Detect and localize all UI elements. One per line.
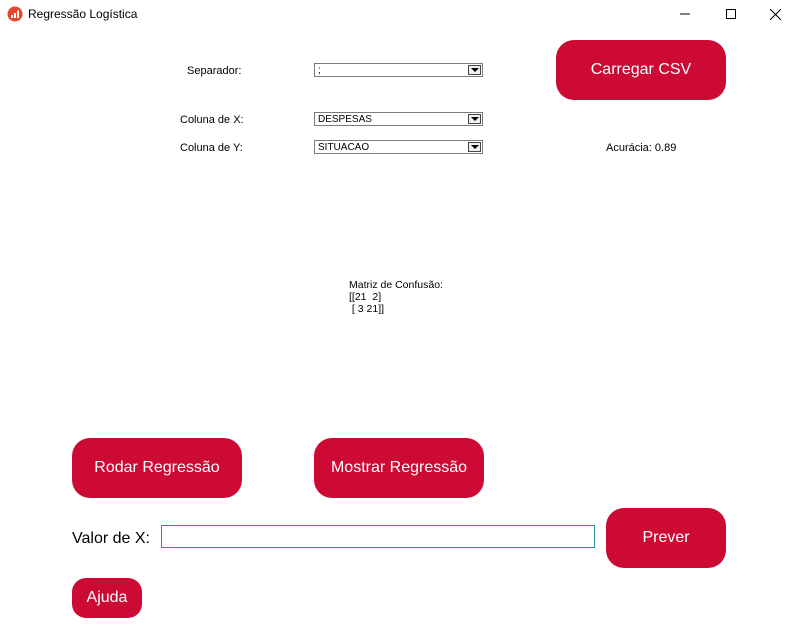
confusion-matrix-title: Matriz de Confusão: — [349, 279, 443, 291]
maximize-icon — [726, 9, 736, 19]
y-column-combobox[interactable]: SITUACAO — [314, 140, 483, 154]
separator-value: ; — [318, 65, 321, 76]
close-icon — [769, 8, 781, 20]
window-title: Regressão Logística — [28, 7, 138, 21]
accuracy-label: Acurácia: 0.89 — [606, 142, 677, 154]
confusion-matrix: Matriz de Confusão: [[21 2] [ 3 21]] — [349, 279, 443, 315]
show-regression-button[interactable]: Mostrar Regressão — [314, 438, 484, 498]
separator-label: Separador: — [187, 65, 242, 77]
close-button[interactable] — [752, 0, 798, 28]
chevron-down-icon[interactable] — [468, 142, 481, 152]
x-value-input[interactable] — [161, 525, 595, 548]
confusion-matrix-row: [ 3 21]] — [349, 303, 385, 315]
y-column-label: Coluna de Y: — [180, 142, 243, 154]
predict-button[interactable]: Prever — [606, 508, 726, 568]
y-column-value: SITUACAO — [318, 142, 370, 153]
run-regression-button[interactable]: Rodar Regressão — [72, 438, 242, 498]
app-chart-icon — [7, 6, 23, 22]
minimize-button[interactable] — [662, 0, 708, 28]
x-column-value: DESPESAS — [318, 114, 372, 125]
x-column-combobox[interactable]: DESPESAS — [314, 112, 483, 126]
x-value-label: Valor de X: — [72, 530, 150, 547]
separator-combobox[interactable]: ; — [314, 63, 483, 77]
maximize-button[interactable] — [708, 0, 754, 28]
chevron-down-icon[interactable] — [468, 65, 481, 75]
confusion-matrix-row: [[21 2] — [349, 291, 382, 303]
load-csv-button[interactable]: Carregar CSV — [556, 40, 726, 100]
minimize-icon — [680, 13, 690, 15]
chevron-down-icon[interactable] — [468, 114, 481, 124]
help-button[interactable]: Ajuda — [72, 578, 142, 618]
title-bar: Regressão Logística — [0, 0, 798, 28]
x-column-label: Coluna de X: — [180, 114, 244, 126]
